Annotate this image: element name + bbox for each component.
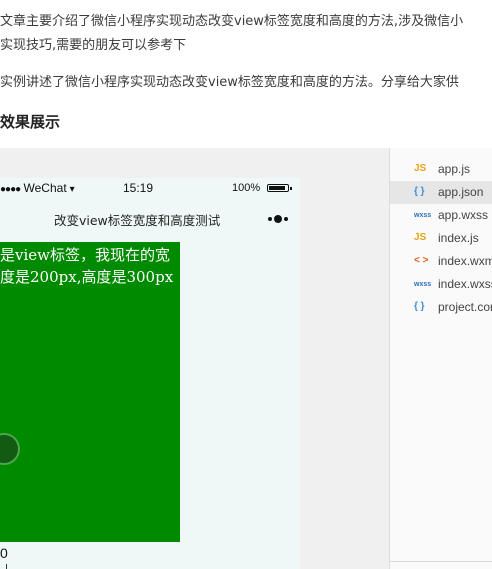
- resizable-view: 是view标签，我现在的宽 度是200px,高度是300px: [0, 242, 180, 542]
- intro-line-2: 实现技巧,需要的朋友可以参考下: [0, 38, 187, 53]
- view-description: 是view标签，我现在的宽 度是200px,高度是300px: [0, 244, 180, 288]
- file-item-app-js[interactable]: JS app.js: [390, 158, 492, 181]
- intro-line-1: 文章主要介绍了微信小程序实现动态改变view标签宽度和高度的方法,涉及微信小: [0, 14, 464, 29]
- article-body-line: 实例讲述了微信小程序实现动态改变view标签宽度和高度的方法。分享给大家供: [0, 75, 459, 90]
- demo-screenshot: ●●●● WeChat ▾ 15:19 100% 改变view标签宽度和高度测试 …: [0, 148, 492, 569]
- file-item-index-wxss[interactable]: wxss index.wxss: [390, 273, 492, 296]
- file-name: app.wxss: [438, 208, 489, 222]
- view-text-line-1: 是view标签，我现在的宽: [0, 246, 170, 264]
- section-heading: 效果展示: [0, 113, 61, 131]
- wxml-file-icon: < >: [414, 255, 429, 266]
- more-dot-icon: [268, 217, 272, 221]
- file-item-index-js[interactable]: JS index.js: [390, 227, 492, 250]
- file-name: app.js: [438, 162, 471, 176]
- file-name: app.json: [438, 185, 484, 199]
- slider-track[interactable]: [6, 564, 7, 569]
- file-tree: JS app.js { } app.json wxss app.wxss JS …: [389, 148, 492, 569]
- nav-bar: 改变view标签宽度和高度测试: [0, 198, 300, 238]
- wxss-file-icon: wxss: [414, 281, 432, 288]
- wifi-icon: ▾: [69, 184, 75, 195]
- wxss-file-icon: wxss: [414, 212, 432, 219]
- touch-indicator: [0, 433, 20, 465]
- file-item-app-wxss[interactable]: wxss app.wxss: [390, 204, 492, 227]
- status-time: 15:19: [123, 181, 154, 195]
- js-file-icon: JS: [414, 163, 427, 174]
- slider-value: 0: [0, 545, 8, 561]
- file-item-index-wxml[interactable]: < > index.wxml: [390, 250, 492, 273]
- more-menu-icon[interactable]: [266, 215, 290, 223]
- view-text-line-2: 度是200px,高度是300px: [0, 268, 174, 286]
- more-dot-icon: [284, 217, 288, 221]
- file-name: index.wxml: [438, 254, 492, 268]
- status-bar: ●●●● WeChat ▾ 15:19 100%: [0, 178, 300, 198]
- battery-icon: [267, 184, 292, 192]
- file-name: index.js: [438, 231, 479, 245]
- battery-percent: 100%: [232, 182, 261, 194]
- carrier: ●●●● WeChat ▾: [0, 181, 75, 195]
- json-file-icon: { }: [414, 186, 425, 197]
- more-center-dot-icon: [274, 215, 282, 223]
- carrier-label: WeChat: [23, 181, 67, 195]
- json-file-icon: { }: [414, 301, 425, 312]
- js-file-icon: JS: [414, 232, 427, 243]
- phone-simulator: ●●●● WeChat ▾ 15:19 100% 改变view标签宽度和高度测试 …: [0, 178, 300, 569]
- signal-dots-icon: ●●●●: [0, 184, 21, 195]
- nav-title: 改变view标签宽度和高度测试: [54, 213, 221, 228]
- file-name: index.wxss: [438, 277, 492, 291]
- file-name: project.config.json: [438, 300, 492, 314]
- file-item-app-json[interactable]: { } app.json: [390, 181, 492, 204]
- file-item-project-config[interactable]: { } project.config.json: [390, 296, 492, 319]
- sidebar-toolbar: [390, 561, 492, 569]
- article-intro: 文章主要介绍了微信小程序实现动态改变view标签宽度和高度的方法,涉及微信小 实…: [0, 10, 492, 58]
